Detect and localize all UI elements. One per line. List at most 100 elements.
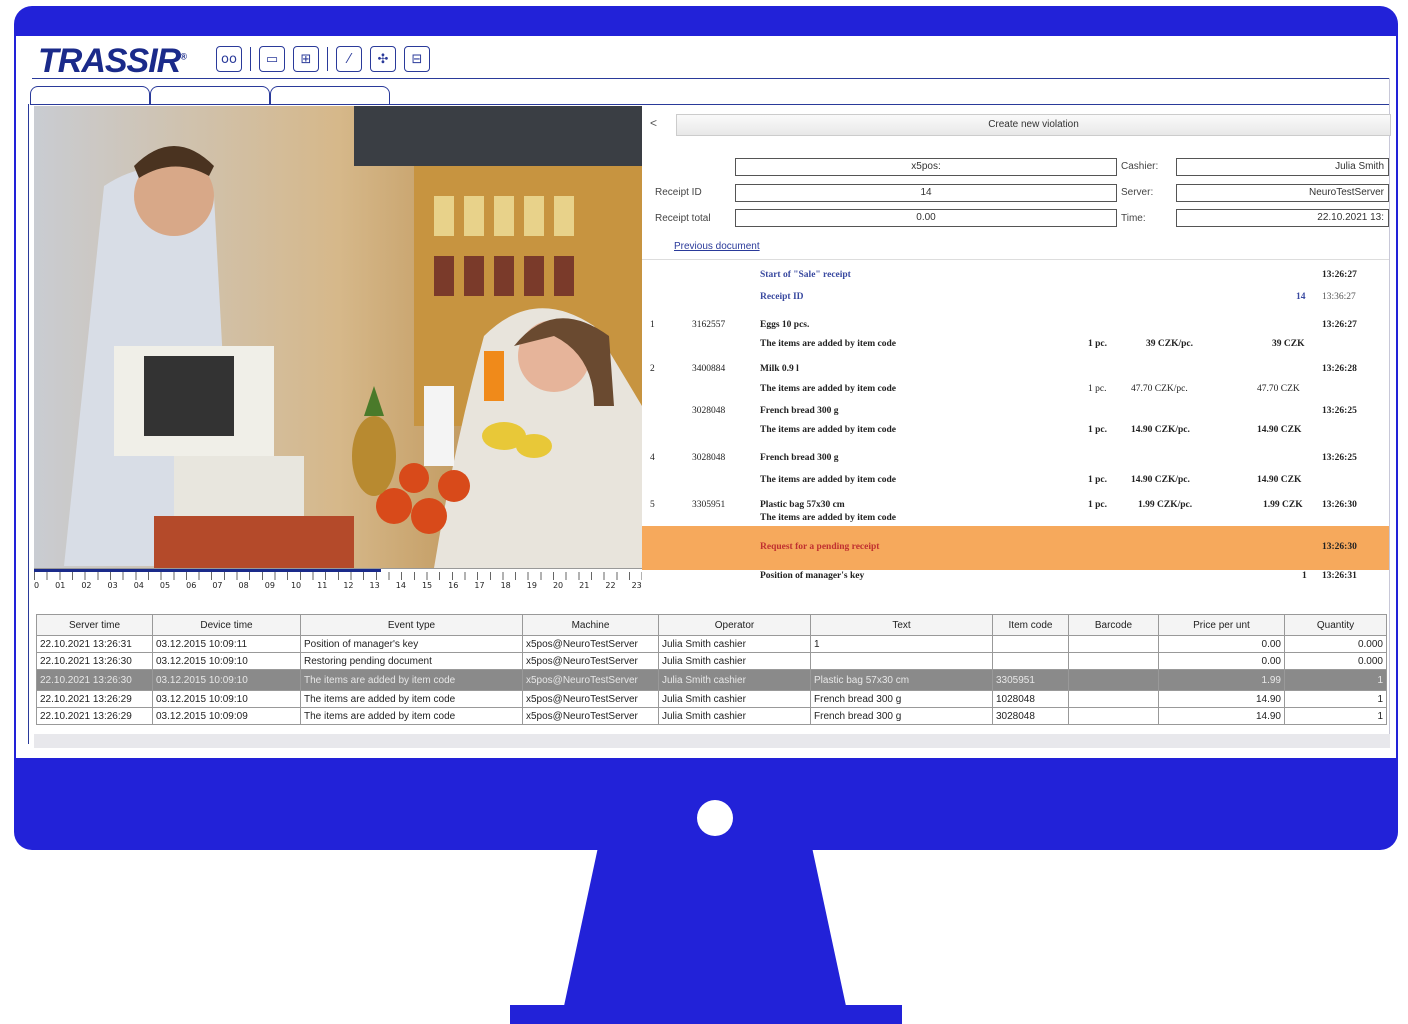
timeline-hour-label: 11 <box>317 581 328 590</box>
receipt-total-field[interactable]: 0.00 <box>735 209 1117 227</box>
server-field[interactable]: NeuroTestServer <box>1176 184 1389 202</box>
table-row[interactable]: 22.10.2021 13:26:31 03.12.2015 10:09:11 … <box>36 635 1387 653</box>
item-name: Eggs 10 pcs. <box>760 320 810 330</box>
receipt-id-field[interactable]: 14 <box>735 184 1117 202</box>
violation-panel: < Create new violation x5pos: Receipt ID… <box>642 106 1391 604</box>
cell-barcode <box>1068 652 1159 670</box>
camera-video[interactable] <box>34 106 642 568</box>
cell-item-code <box>992 635 1069 653</box>
table-row[interactable]: 22.10.2021 13:26:29 03.12.2015 10:09:10 … <box>36 690 1387 708</box>
cell-price: 0.00 <box>1158 652 1285 670</box>
item-num: 1 <box>650 320 655 330</box>
col-price[interactable]: Price per unt <box>1158 614 1285 636</box>
video-icon[interactable]: oo <box>216 46 242 72</box>
item-num: 5 <box>650 500 655 510</box>
cell-operator: Julia Smith cashier <box>658 690 811 708</box>
table-row-selected[interactable]: 22.10.2021 13:26:30 03.12.2015 10:09:10 … <box>36 669 1387 691</box>
events-table: Server time Device time Event type Machi… <box>36 614 1387 725</box>
horizontal-scrollbar[interactable] <box>34 734 1390 748</box>
col-text[interactable]: Text <box>810 614 993 636</box>
timeline-hour-label: 08 <box>238 581 249 590</box>
cell-text: French bread 300 g <box>810 707 993 725</box>
receipt-id-line-value: 14 <box>1296 292 1306 302</box>
receipt-id-line-time: 13:36:27 <box>1322 292 1356 302</box>
tab-2[interactable] <box>150 86 270 104</box>
cell-event-type: The items are added by item code <box>300 707 523 725</box>
manager-key: Position of manager's key <box>760 571 865 581</box>
right-border <box>1389 78 1390 738</box>
col-device-time[interactable]: Device time <box>152 614 301 636</box>
item-code: 3400884 <box>692 364 726 374</box>
item-total: 39 CZK <box>1272 339 1305 349</box>
cell-server-time: 22.10.2021 13:26:30 <box>36 652 153 670</box>
server-label: Server: <box>1121 187 1154 198</box>
timeline-hour-label: 02 <box>81 581 92 590</box>
cashier-field[interactable]: Julia Smith <box>1176 158 1389 176</box>
cell-device-time: 03.12.2015 10:09:09 <box>152 707 301 725</box>
col-quantity[interactable]: Quantity <box>1284 614 1387 636</box>
col-item-code[interactable]: Item code <box>992 614 1069 636</box>
col-event-type[interactable]: Event type <box>300 614 523 636</box>
highlighted-receipt-row[interactable] <box>642 526 1389 570</box>
manager-value: 1 <box>1302 571 1307 581</box>
cell-price: 14.90 <box>1158 707 1285 725</box>
tab-3[interactable] <box>270 86 390 104</box>
cell-event-type: The items are added by item code <box>300 690 523 708</box>
cell-device-time: 03.12.2015 10:09:11 <box>152 635 301 653</box>
timeline-hour-label: 19 <box>526 581 537 590</box>
puzzle-icon[interactable]: ✣ <box>370 46 396 72</box>
settings-screen-icon[interactable]: ⊟ <box>404 46 430 72</box>
timeline-hour-label: 14 <box>395 581 406 590</box>
video-timeline[interactable]: 0 01 02 03 04 05 06 07 08 09 10 11 12 13 14 15 16 17 18 19 2… <box>34 568 642 595</box>
timeline-hour-label: 05 <box>159 581 171 590</box>
receipt-id-line-label: Receipt ID <box>760 292 804 302</box>
item-time: 13:26:27 <box>1322 320 1357 330</box>
back-button[interactable]: < <box>650 116 657 130</box>
create-violation-button[interactable]: Create new violation <box>676 114 1391 136</box>
cell-text <box>810 652 993 670</box>
item-code: 3028048 <box>692 453 726 463</box>
time-field[interactable]: 22.10.2021 13: <box>1176 209 1389 227</box>
cell-server-time: 22.10.2021 13:26:31 <box>36 635 153 653</box>
checkout-scene-image <box>34 106 642 568</box>
cell-machine: x5pos@NeuroTestServer <box>522 635 659 653</box>
col-operator[interactable]: Operator <box>658 614 811 636</box>
trassir-logo: TRASSIR® <box>38 42 187 81</box>
cell-barcode <box>1068 690 1159 708</box>
item-total: 1.99 CZK <box>1263 500 1303 510</box>
timeline-hour-label: 22 <box>605 581 616 590</box>
table-row[interactable]: 22.10.2021 13:26:29 03.12.2015 10:09:09 … <box>36 707 1387 725</box>
col-server-time[interactable]: Server time <box>36 614 153 636</box>
item-total: 14.90 CZK <box>1257 425 1302 435</box>
cell-server-time: 22.10.2021 13:26:29 <box>36 707 153 725</box>
timeline-hour-label: 23 <box>631 581 642 590</box>
tab-bar <box>30 86 390 106</box>
pos-field[interactable]: x5pos: <box>735 158 1117 176</box>
timeline-hour-label: 01 <box>55 581 66 590</box>
cell-event-type: The items are added by item code <box>300 669 523 691</box>
monitor-base <box>510 1005 902 1024</box>
timeline-hour-label: 07 <box>212 581 223 590</box>
item-qty: 1 pc. <box>1088 425 1107 435</box>
item-price: 14.90 CZK/pc. <box>1131 475 1190 485</box>
col-barcode[interactable]: Barcode <box>1068 614 1159 636</box>
table-row[interactable]: 22.10.2021 13:26:30 03.12.2015 10:09:10 … <box>36 652 1387 670</box>
item-total: 47.70 CZK <box>1257 384 1300 394</box>
wand-icon[interactable]: ⁄ <box>336 46 362 72</box>
tab-1[interactable] <box>30 86 150 104</box>
cell-server-time: 22.10.2021 13:26:29 <box>36 690 153 708</box>
monitor-icon[interactable]: ▭ <box>259 46 285 72</box>
timeline-hour-label: 12 <box>343 581 354 590</box>
item-name: French bread 300 g <box>760 453 839 463</box>
logo-text: TRASSIR <box>38 42 181 80</box>
previous-document-link[interactable]: Previous document <box>674 241 760 252</box>
cashier-label: Cashier: <box>1121 161 1159 172</box>
cell-item-code <box>992 652 1069 670</box>
cell-server-time: 22.10.2021 13:26:30 <box>36 669 153 691</box>
cell-device-time: 03.12.2015 10:09:10 <box>152 690 301 708</box>
toolbar-separator <box>250 47 251 71</box>
col-machine[interactable]: Machine <box>522 614 659 636</box>
pos-icon[interactable]: ⊞ <box>293 46 319 72</box>
item-total: 14.90 CZK <box>1257 475 1302 485</box>
cell-barcode <box>1068 707 1159 725</box>
